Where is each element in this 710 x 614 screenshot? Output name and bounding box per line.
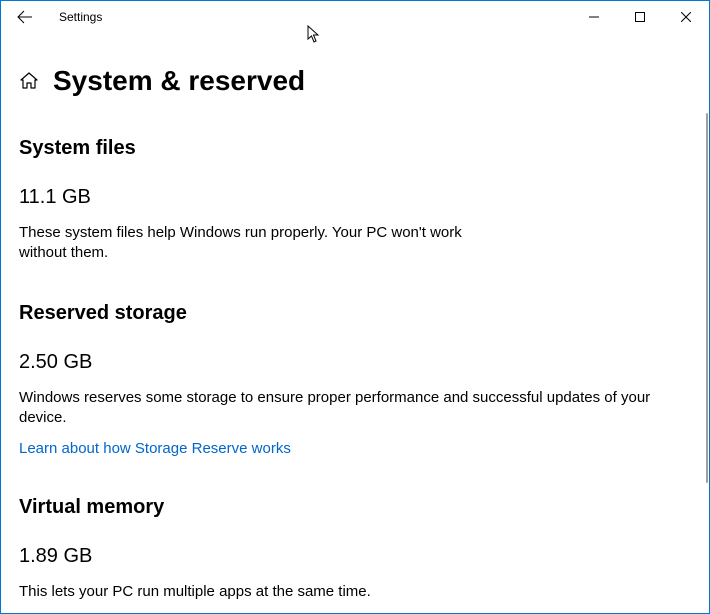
minimize-button[interactable]	[571, 1, 617, 33]
minimize-icon	[589, 12, 599, 22]
virtual-memory-value: 1.89 GB	[19, 545, 691, 568]
section-heading: Virtual memory	[19, 496, 691, 519]
system-files-value: 11.1 GB	[19, 186, 691, 209]
section-virtual-memory: Virtual memory 1.89 GB This lets your PC…	[19, 496, 691, 602]
titlebar: Settings	[1, 1, 709, 33]
section-system-files: System files 11.1 GB These system files …	[19, 137, 691, 264]
maximize-icon	[635, 12, 645, 22]
home-icon[interactable]	[19, 71, 39, 91]
reserved-storage-description: Windows reserves some storage to ensure …	[19, 388, 691, 429]
close-button[interactable]	[663, 1, 709, 33]
system-files-description: These system files help Windows run prop…	[19, 223, 479, 264]
close-icon	[681, 12, 691, 22]
app-title: Settings	[59, 10, 102, 24]
section-heading: Reserved storage	[19, 302, 691, 325]
back-arrow-icon	[17, 9, 33, 25]
page-header: System & reserved	[19, 65, 691, 97]
storage-reserve-link[interactable]: Learn about how Storage Reserve works	[19, 440, 291, 457]
section-heading: System files	[19, 137, 691, 160]
back-button[interactable]	[9, 1, 41, 33]
reserved-storage-value: 2.50 GB	[19, 351, 691, 374]
scrollbar-thumb[interactable]	[706, 113, 708, 483]
virtual-memory-description: This lets your PC run multiple apps at t…	[19, 582, 691, 602]
window-controls	[571, 1, 709, 33]
maximize-button[interactable]	[617, 1, 663, 33]
page-title: System & reserved	[53, 65, 305, 97]
content-area: System & reserved System files 11.1 GB T…	[1, 33, 709, 613]
section-reserved-storage: Reserved storage 2.50 GB Windows reserve…	[19, 302, 691, 459]
